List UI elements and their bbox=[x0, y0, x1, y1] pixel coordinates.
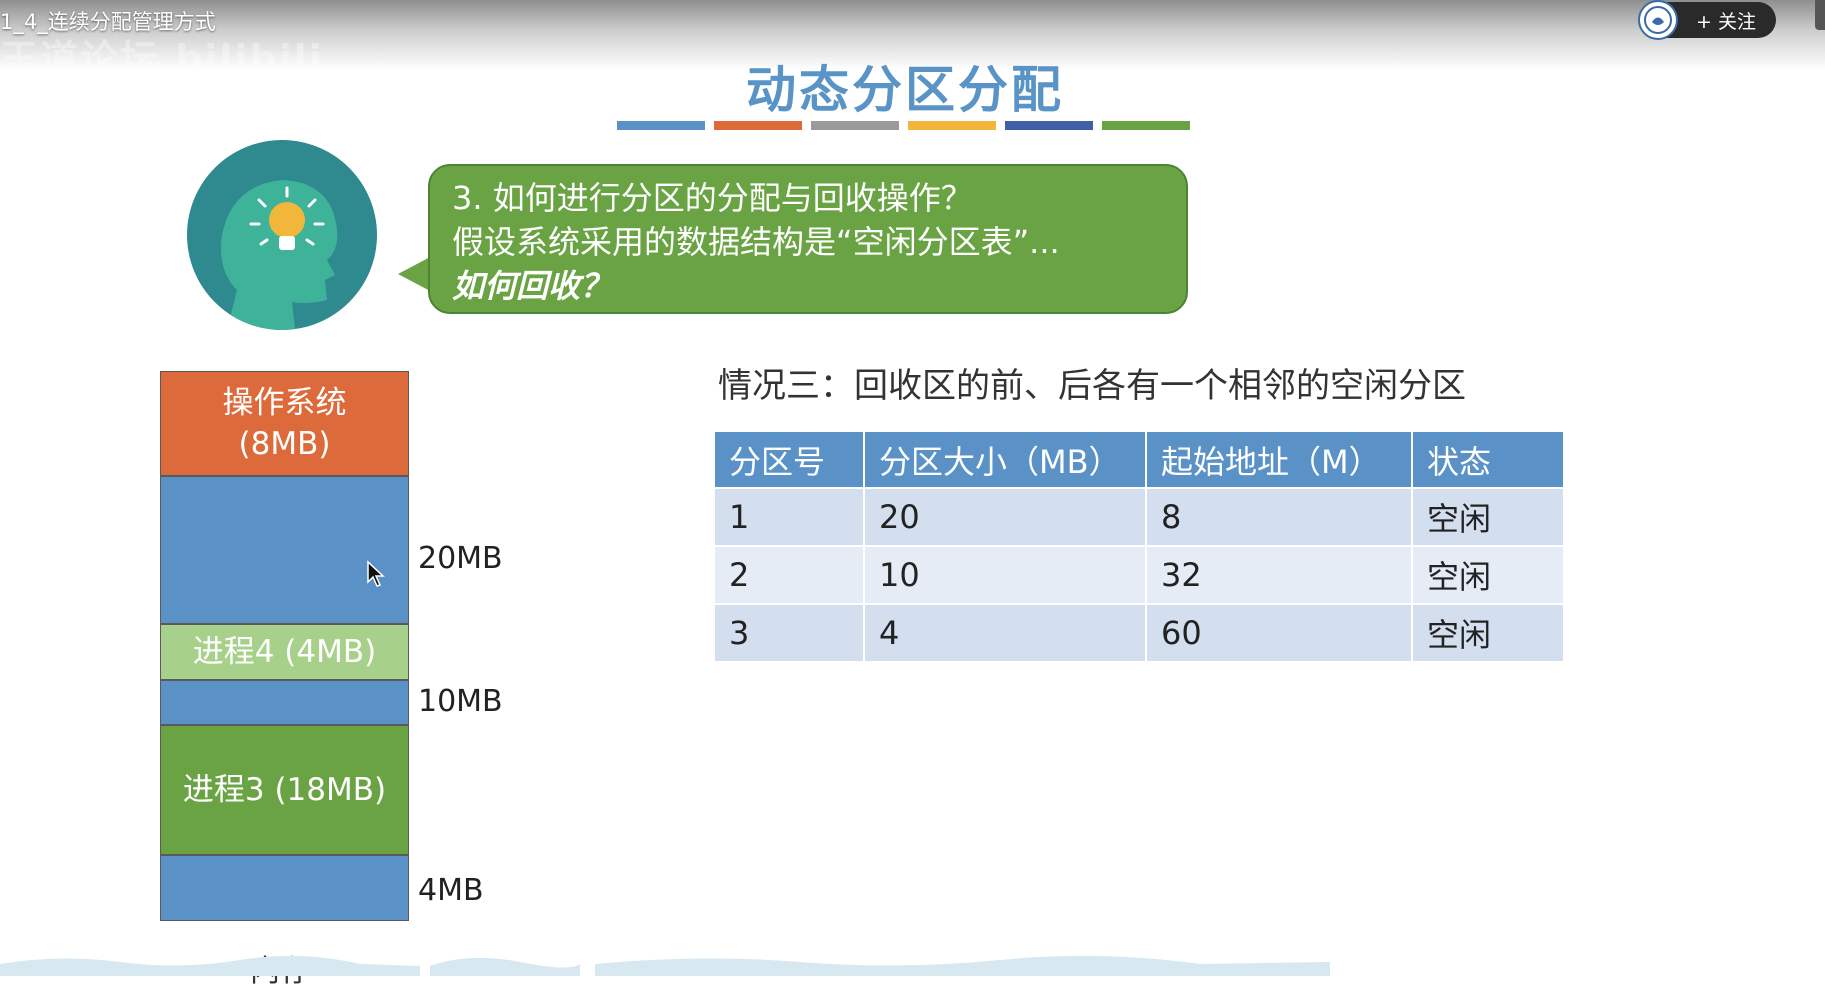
side-handle[interactable] bbox=[1815, 0, 1825, 30]
bubble-line-2: 假设系统采用的数据结构是“空闲分区表”... bbox=[452, 223, 1060, 261]
bottom-wave-decoration bbox=[0, 955, 1330, 976]
cell: 4 bbox=[863, 603, 1147, 663]
bubble-line-3: 如何回收？ bbox=[452, 267, 613, 305]
cell: 10 bbox=[863, 545, 1147, 605]
memory-diagram: 操作系统 (8MB) 进程4 (4MB) 进程3 (18MB) bbox=[160, 371, 409, 921]
process4-block: 进程4 (4MB) bbox=[160, 624, 409, 680]
idea-head-icon bbox=[187, 140, 377, 330]
cell: 20 bbox=[863, 487, 1147, 547]
title-bar-1 bbox=[617, 121, 705, 130]
mouse-cursor-icon bbox=[367, 560, 385, 587]
video-title: 1_4_连续分配管理方式 bbox=[0, 10, 216, 34]
table-row: 1 20 8 空闲 bbox=[713, 487, 1565, 547]
cell: 空闲 bbox=[1411, 545, 1565, 605]
cell: 8 bbox=[1145, 487, 1413, 547]
title-bar-3 bbox=[811, 121, 899, 130]
col-status: 状态 bbox=[1411, 430, 1565, 489]
os-label: 操作系统 bbox=[222, 384, 347, 421]
cell: 空闲 bbox=[1411, 603, 1565, 663]
channel-avatar[interactable] bbox=[1638, 0, 1678, 40]
school-logo-icon bbox=[1644, 6, 1672, 34]
follow-control[interactable]: + 关注 bbox=[1638, 0, 1776, 40]
size-label-10mb: 10MB bbox=[418, 684, 503, 719]
cell: 60 bbox=[1145, 603, 1413, 663]
free-block-4mb bbox=[160, 855, 409, 921]
table-header-row: 分区号 分区大小（MB） 起始地址（M） 状态 bbox=[713, 430, 1565, 489]
title-bar-4 bbox=[908, 121, 996, 130]
free-block-10mb bbox=[160, 680, 409, 725]
title-bar-2 bbox=[714, 121, 802, 130]
title-bar-6 bbox=[1102, 121, 1190, 130]
cell: 32 bbox=[1145, 545, 1413, 605]
os-size: (8MB) bbox=[238, 425, 331, 462]
follow-button[interactable]: + 关注 bbox=[1696, 7, 1756, 34]
process3-block: 进程3 (18MB) bbox=[160, 725, 409, 855]
slide-title: 动态分区分配 bbox=[746, 61, 1064, 119]
bubble-tail bbox=[398, 256, 432, 292]
cell: 1 bbox=[713, 487, 865, 547]
cell: 空闲 bbox=[1411, 487, 1565, 547]
bubble-line-1: 3. 如何进行分区的分配与回收操作？ bbox=[452, 179, 973, 217]
col-partition-size: 分区大小（MB） bbox=[863, 430, 1147, 489]
os-block: 操作系统 (8MB) bbox=[160, 371, 409, 476]
cell: 3 bbox=[713, 603, 865, 663]
size-label-20mb: 20MB bbox=[418, 541, 503, 576]
table-row: 2 10 32 空闲 bbox=[713, 545, 1565, 605]
col-start-address: 起始地址（M） bbox=[1145, 430, 1413, 489]
cell: 2 bbox=[713, 545, 865, 605]
table-row: 3 4 60 空闲 bbox=[713, 603, 1565, 663]
free-partition-table: 分区号 分区大小（MB） 起始地址（M） 状态 1 20 8 空闲 2 10 3… bbox=[713, 430, 1565, 663]
title-color-bars bbox=[617, 121, 1190, 130]
case-heading: 情况三：回收区的前、后各有一个相邻的空闲分区 bbox=[718, 366, 1466, 406]
question-bubble: 3. 如何进行分区的分配与回收操作？ 假设系统采用的数据结构是“空闲分区表”..… bbox=[428, 164, 1188, 314]
title-bar-5 bbox=[1005, 121, 1093, 130]
size-label-4mb: 4MB bbox=[418, 873, 484, 908]
free-block-20mb bbox=[160, 476, 409, 624]
col-partition-no: 分区号 bbox=[713, 430, 865, 489]
